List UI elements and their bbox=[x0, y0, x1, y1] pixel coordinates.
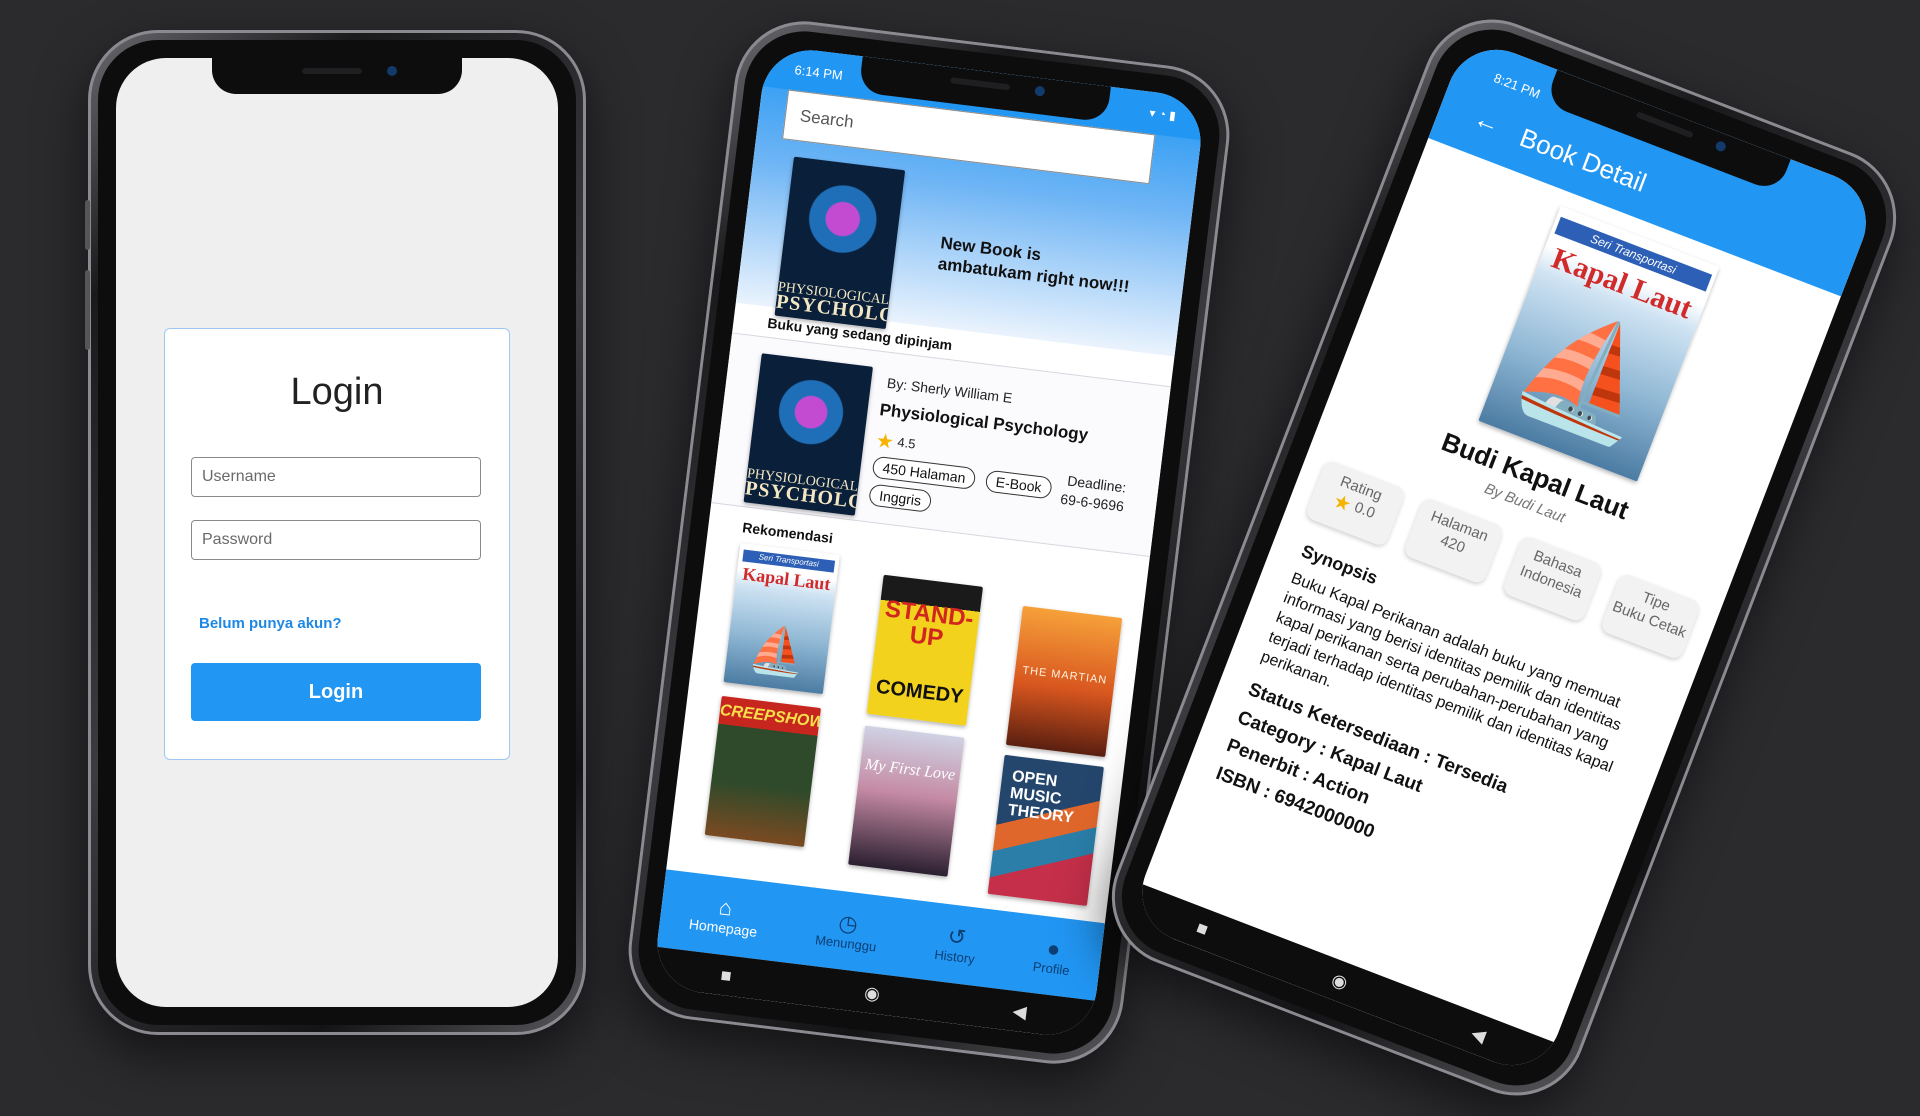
register-link[interactable]: Belum punya akun? bbox=[199, 615, 342, 632]
type-pill: Tipe Buku Cetak bbox=[1599, 572, 1702, 661]
reco-book-stand-up-comedy[interactable]: STAND-UP COMEDY bbox=[866, 574, 983, 726]
book-detail-screen: 8:21 PM ← Book Detail Seri Transportasi … bbox=[1127, 35, 1881, 1080]
login-card: Login Belum punya akun? Login bbox=[164, 328, 510, 760]
bezel: Login Belum punya akun? Login bbox=[98, 40, 576, 1025]
phone-login: Login Belum punya akun? Login bbox=[85, 30, 586, 1035]
nav-homepage[interactable]: ⌂ Homepage bbox=[688, 892, 761, 940]
password-input[interactable] bbox=[191, 520, 481, 560]
login-title: Login bbox=[290, 371, 384, 413]
back-arrow-icon[interactable]: ← bbox=[1469, 102, 1505, 140]
reco-book-open-music-theory[interactable]: OPEN MUSIC THEORY bbox=[987, 754, 1104, 906]
pages-pill: Halaman 420 bbox=[1402, 496, 1506, 586]
android-nav-bar: ■ ◉ ◀ bbox=[1127, 883, 1555, 1080]
side-button bbox=[85, 200, 90, 250]
reco-book-my-first-love[interactable]: My First Love bbox=[848, 725, 965, 877]
language-pill: Bahasa Indonesia bbox=[1501, 534, 1604, 624]
status-icons: ▾ ◔ ▮ bbox=[1148, 105, 1177, 123]
language-chip: Inggris bbox=[868, 483, 933, 513]
reco-book-kapal-laut[interactable]: Seri Transportasi Kapal Laut ⛵ bbox=[723, 543, 840, 695]
borrowed-book-author: By: Sherly William E bbox=[886, 374, 1014, 407]
rating-pill: Rating ★ 0.0 bbox=[1304, 458, 1407, 548]
status-time: 6:14 PM bbox=[793, 62, 844, 83]
ship-icon: ⛵ bbox=[1501, 292, 1674, 457]
back-button[interactable]: ◀ bbox=[1468, 1022, 1489, 1047]
recommendation-section-title: Rekomendasi bbox=[741, 519, 834, 547]
rating-value: 4.5 bbox=[896, 434, 917, 452]
star-icon: ★ bbox=[874, 429, 896, 454]
notch bbox=[212, 58, 462, 94]
username-input[interactable] bbox=[191, 457, 481, 497]
volume-button bbox=[85, 270, 90, 350]
format-chip: E-Book bbox=[984, 469, 1053, 500]
reco-book-creepshow[interactable]: CREEPSHOW bbox=[704, 695, 822, 848]
borrowed-book-cover: PHYSIOLOGICAL PSYCHOLOGY bbox=[743, 353, 873, 516]
star-icon: ★ bbox=[1329, 489, 1355, 517]
home-button[interactable]: ◉ bbox=[863, 982, 881, 1005]
nav-menunggu[interactable]: ◷ Menunggu bbox=[814, 908, 880, 954]
borrowed-book-rating: ★ 4.5 bbox=[875, 428, 917, 458]
status-time: 8:21 PM bbox=[1491, 70, 1543, 102]
reco-book-the-martian[interactable]: THE MARTIAN bbox=[1005, 605, 1123, 758]
recents-button[interactable]: ■ bbox=[719, 964, 733, 986]
back-button[interactable]: ◀ bbox=[1011, 1000, 1028, 1023]
deadline: Deadline: 69-6-9696 bbox=[1059, 471, 1128, 516]
nav-profile[interactable]: ● Profile bbox=[1032, 935, 1073, 978]
nav-history[interactable]: ↺ History bbox=[934, 922, 979, 966]
detail-book-cover: Seri Transportasi Kapal Laut ⛵ bbox=[1478, 205, 1720, 482]
login-button[interactable]: Login bbox=[191, 663, 481, 721]
hero-book-cover[interactable]: PHYSIOLOGICAL PSYCHOLOGY bbox=[774, 156, 906, 330]
login-screen: Login Belum punya akun? Login bbox=[116, 58, 558, 1007]
home-button[interactable]: ◉ bbox=[1329, 969, 1351, 994]
recents-button[interactable]: ■ bbox=[1194, 917, 1211, 941]
ship-icon: ⛵ bbox=[746, 621, 810, 680]
